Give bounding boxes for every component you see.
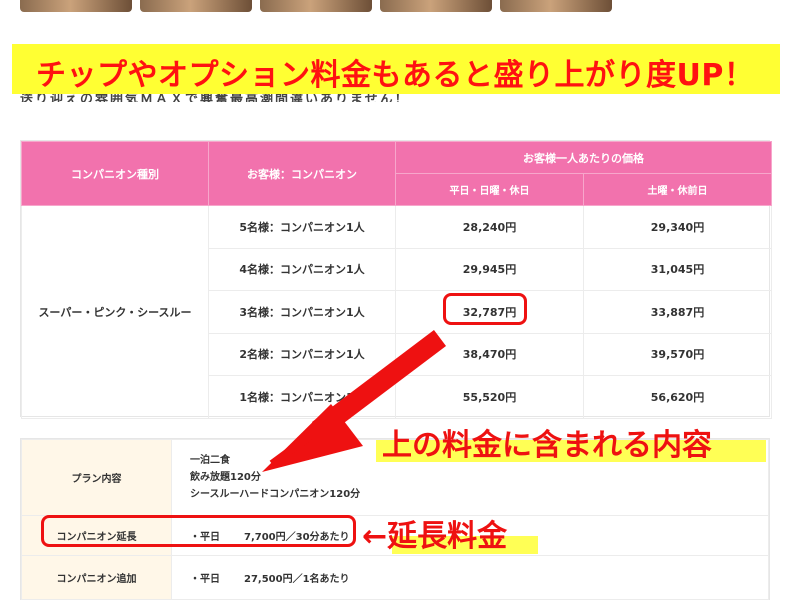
included-note: 上の料金に含まれる内容 [382,428,712,463]
ratio-cell: 4名様：コンパニオン1人 [208,247,396,291]
plan-line: シースルーハードコンパニオン120分 [190,489,361,500]
ratio-cell: 1名様：コンパニオン1人 [208,375,396,419]
weekday-price-cell: 38,470円 [395,332,584,376]
photo-thumbnail[interactable] [260,0,372,12]
addition-label: コンパニオン追加 [21,555,172,600]
ratio-cell: 2名様：コンパニオン1人 [208,332,396,376]
saturday-price-cell: 56,620円 [583,375,772,419]
headline-banner: チップやオプション料金もあると盛り上がり度UP！ [12,44,780,94]
saturday-price-cell: 31,045円 [583,247,772,291]
addition-day: ・平日 [190,574,220,585]
headline-text: チップやオプション料金もあると盛り上がり度UP！ [36,58,755,93]
ratio-cell: 3名様：コンパニオン1人 [208,290,396,334]
header-weekday: 平日・日曜・休日 [395,173,584,206]
header-saturday: 土曜・休前日 [583,173,772,206]
header-ratio: お客様：コンパニオン [208,141,396,206]
ratio-cell: 5名様：コンパニオン1人 [208,205,396,249]
highlight-circle-extension [41,515,356,547]
photo-thumbnail[interactable] [380,0,492,12]
photo-thumbnail[interactable] [500,0,612,12]
header-price-group: お客様一人あたりの価格 [395,141,772,174]
addition-price: 27,500円／1名あたり [244,574,350,585]
photo-thumbnail[interactable] [20,0,132,12]
photo-strip [20,0,780,12]
table-row: スーパー・ピンク・シースルー 5名様：コンパニオン1人 28,240円 29,3… [21,205,772,419]
companion-type-cell: スーパー・ピンク・シースルー [21,205,209,419]
header-companion-type: コンパニオン種別 [21,141,209,206]
addition-value: ・平日 27,500円／1名あたり [171,555,769,600]
extension-note: ←延長料金 [362,519,508,554]
price-table: コンパニオン種別 お客様：コンパニオン お客様一人あたりの価格 平日・日曜・休日… [20,140,772,419]
plan-label: プラン内容 [21,439,172,516]
plan-line: 飲み放題120分 [190,472,261,483]
saturday-price-cell: 33,887円 [583,290,772,334]
weekday-price-cell: 55,520円 [395,375,584,419]
highlight-circle-price [443,293,527,325]
weekday-price-cell: 28,240円 [395,205,584,249]
photo-thumbnail[interactable] [140,0,252,12]
weekday-price-cell: 29,945円 [395,247,584,291]
saturday-price-cell: 39,570円 [583,332,772,376]
saturday-price-cell: 29,340円 [583,205,772,249]
table-row: コンパニオン追加 ・平日 27,500円／1名あたり [21,555,769,600]
